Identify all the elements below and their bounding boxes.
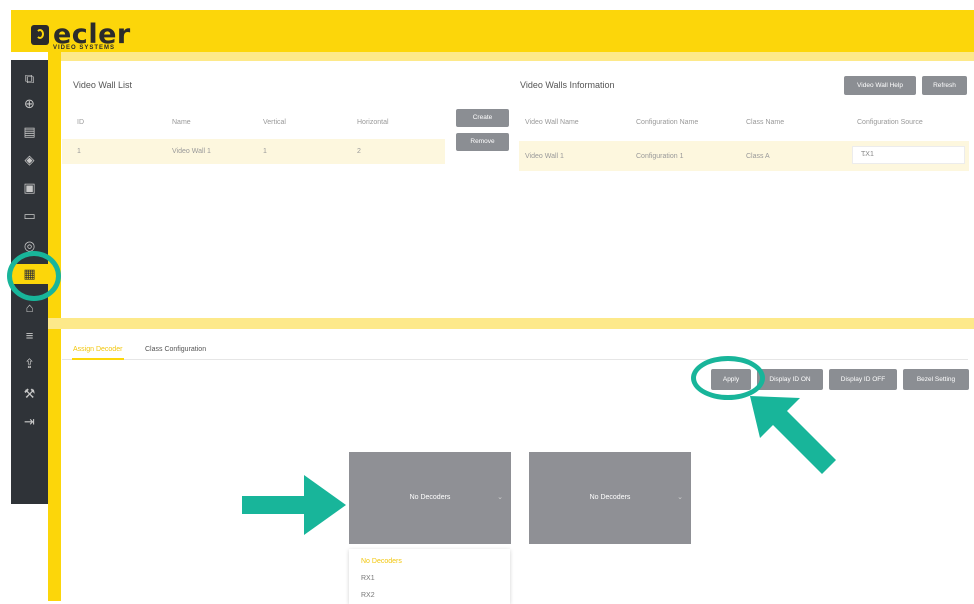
bezel-setting-button[interactable]: Bezel Setting: [903, 369, 969, 390]
layers-icon: ◈: [24, 152, 35, 167]
sidebar-item-tools[interactable]: ⚒: [11, 384, 48, 404]
annotation-arrow-right-icon: [242, 475, 346, 535]
column-header-horizontal: Horizontal: [357, 119, 389, 126]
tab-assign-decoder[interactable]: Assign Decoder: [73, 346, 122, 353]
decoder-dropdown: No Decoders RX1 RX2: [349, 549, 510, 604]
sidebar-item-display[interactable]: ▭: [11, 206, 48, 226]
sidebar-item-upload[interactable]: ⇪: [11, 354, 48, 374]
grid-icon: ▤: [23, 124, 36, 139]
sidebar-item-picture[interactable]: ▣: [11, 178, 48, 198]
dropdown-option-rx2[interactable]: RX2: [361, 592, 375, 599]
logout-icon: ⇥: [24, 414, 35, 429]
display-icon: ▭: [23, 208, 36, 223]
picture-icon: ▣: [23, 180, 36, 195]
chevron-down-icon: ⌄: [861, 151, 867, 158]
wall-screen-2[interactable]: No Decoders ⌄: [529, 452, 691, 544]
user-icon: ⌂: [25, 300, 34, 315]
row-class-name: Class A: [746, 153, 770, 160]
row-name: Video Wall 1: [172, 148, 211, 155]
top-band: [48, 52, 974, 61]
column-header-configuration-name: Configuration Name: [636, 119, 699, 126]
ecler-logo-mark-icon: [31, 25, 49, 45]
sidebar-item-monitor-search[interactable]: ⧉: [11, 69, 48, 89]
brand-subtitle: VIDEO SYSTEMS: [53, 45, 116, 51]
divider-band: [48, 318, 974, 329]
wrench-icon: ⚒: [23, 386, 36, 401]
monitor-search-icon: ⧉: [24, 71, 35, 86]
column-header-name: Name: [172, 119, 191, 126]
row-configuration-name: Configuration 1: [636, 153, 684, 160]
row-id: 1: [77, 148, 81, 155]
display-id-on-button[interactable]: Display ID ON: [757, 369, 823, 390]
row-video-wall-name: Video Wall 1: [525, 153, 564, 160]
dropdown-option-no-decoders[interactable]: No Decoders: [361, 558, 402, 565]
row-vertical: 1: [263, 148, 267, 155]
dropdown-option-rx1[interactable]: RX1: [361, 575, 375, 582]
upload-icon: ⇪: [24, 356, 35, 371]
plus-circle-icon: ⊕: [24, 96, 35, 111]
chevron-down-icon: ⌄: [497, 494, 503, 501]
sidebar-item-grid[interactable]: ▤: [11, 122, 48, 142]
create-button[interactable]: Create: [456, 109, 509, 127]
column-header-video-wall-name: Video Wall Name: [525, 119, 579, 126]
column-header-vertical: Vertical: [263, 119, 286, 126]
video-walls-info-title: Video Walls Information: [520, 80, 615, 90]
wall-screen-label: No Decoders: [409, 494, 451, 501]
remove-button[interactable]: Remove: [456, 133, 509, 151]
column-header-configuration-source: Configuration Source: [857, 119, 923, 126]
chevron-down-icon: ⌄: [677, 494, 683, 501]
sidebar-item-add[interactable]: ⊕: [11, 94, 48, 114]
tab-class-configuration[interactable]: Class Configuration: [145, 346, 206, 353]
sidebar-item-logout[interactable]: ⇥: [11, 412, 48, 432]
sliders-icon: ≡: [25, 328, 34, 343]
column-header-id: ID: [77, 119, 84, 126]
highlight-circle-sidebar: [7, 251, 61, 301]
sidebar-item-layers[interactable]: ◈: [11, 150, 48, 170]
row-horizontal: 2: [357, 148, 361, 155]
sidebar-item-sliders[interactable]: ≡: [11, 326, 48, 346]
annotation-arrow-up-left-icon: [750, 396, 836, 474]
tabs-divider: [62, 359, 968, 360]
top-bar: ecler VIDEO SYSTEMS: [11, 10, 974, 52]
sidebar-item-user[interactable]: ⌂: [11, 298, 48, 318]
wall-screen-1[interactable]: No Decoders ⌄: [349, 452, 511, 544]
active-tab-indicator: [72, 358, 124, 360]
column-header-class-name: Class Name: [746, 119, 785, 126]
video-wall-help-button[interactable]: Video Wall Help: [844, 76, 916, 95]
wall-screen-label: No Decoders: [589, 494, 631, 501]
configuration-source-select[interactable]: TX1 ⌄: [852, 146, 965, 164]
refresh-button[interactable]: Refresh: [922, 76, 967, 95]
display-id-off-button[interactable]: Display ID OFF: [829, 369, 897, 390]
video-wall-list-title: Video Wall List: [73, 80, 133, 90]
table-row[interactable]: 1 Video Wall 1 1 2: [62, 139, 445, 164]
